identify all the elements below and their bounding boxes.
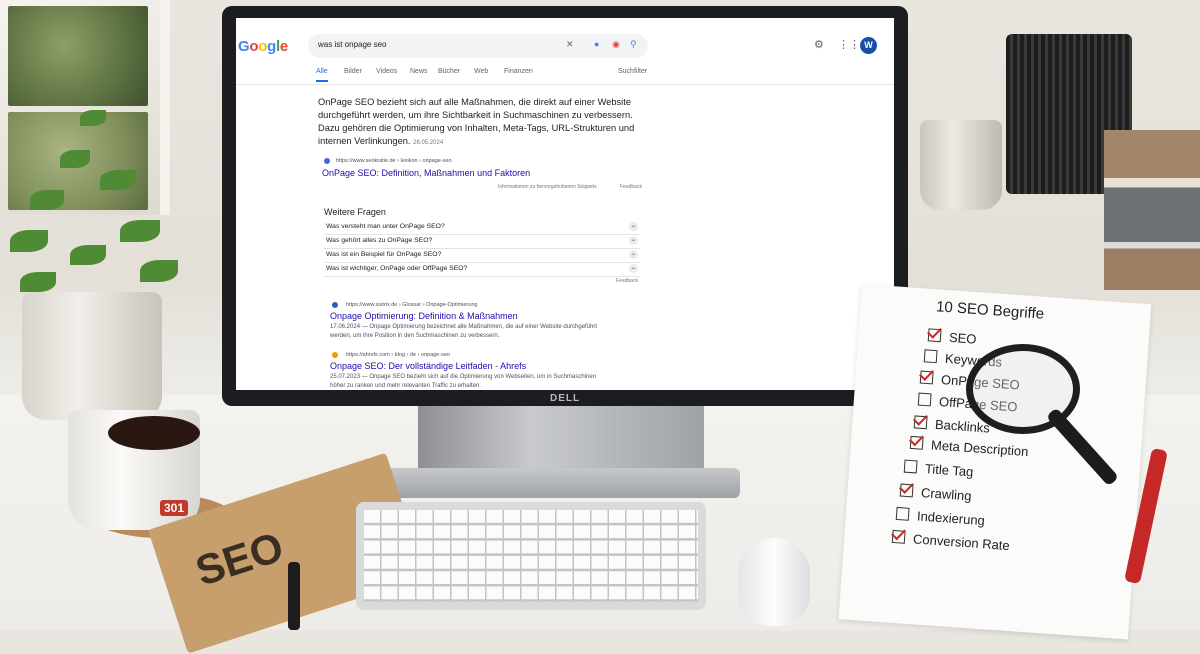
result-cite[interactable]: https://www.sistrix.de › Glossar › Onpag… — [346, 302, 477, 308]
tab-images[interactable]: Bilder — [344, 68, 362, 75]
redirect-301-badge: 301 — [160, 500, 189, 516]
paa-question[interactable]: Was ist wichtiger, OnPage oder OffPage S… — [324, 262, 640, 277]
checked-box-icon — [913, 415, 928, 430]
paa-feedback-link[interactable]: Feedback — [616, 278, 638, 284]
paa-question[interactable]: Was ist ein Beispiel für OnPage SEO? ⌄ — [324, 248, 640, 263]
checked-box-icon — [899, 483, 914, 498]
mouse — [738, 538, 810, 626]
favicon-icon — [332, 302, 338, 308]
chevron-down-icon[interactable]: ⌄ — [629, 264, 638, 273]
clear-icon[interactable]: ✕ — [566, 39, 574, 50]
featured-snippet: OnPage SEO bezieht sich auf alle Maßnahm… — [318, 96, 638, 150]
search-input[interactable]: was ist onpage seo ✕ ● ◉ ⚲ — [308, 34, 648, 58]
tab-web[interactable]: Web — [474, 68, 488, 75]
favicon-icon — [324, 158, 330, 164]
active-tab-indicator — [316, 80, 328, 82]
camera-search-icon[interactable]: ◉ — [612, 39, 620, 50]
snippet-info-link[interactable]: Informationen zu hervorgehobenen Snippet… — [498, 184, 597, 190]
result-link[interactable]: Onpage SEO: Der vollständige Leitfaden -… — [330, 361, 526, 371]
empty-box-icon — [923, 349, 938, 364]
featured-cite[interactable]: https://www.seokratie.de › lexikon › onp… — [336, 158, 452, 164]
tab-finance[interactable]: Finanzen — [504, 68, 533, 75]
result-link[interactable]: Onpage Optimierung: Definition & Maßnahm… — [330, 311, 518, 321]
featured-result-link[interactable]: OnPage SEO: Definition, Maßnahmen und Fa… — [322, 168, 530, 178]
result-description: 17.06.2024 — Onpage Optimierung bezeichn… — [330, 324, 598, 339]
tab-news[interactable]: News — [410, 68, 428, 75]
coffee — [108, 416, 200, 450]
tab-all[interactable]: Alle — [316, 68, 328, 75]
paa-question[interactable]: Was gehört alles zu OnPage SEO? ⌄ — [324, 234, 640, 249]
empty-box-icon — [903, 459, 918, 474]
window — [0, 0, 170, 215]
empty-box-icon — [895, 506, 910, 521]
chevron-down-icon[interactable]: ⌄ — [629, 250, 638, 259]
succulent-pot — [920, 120, 1002, 210]
browser-screen: Google was ist onpage seo ✕ ● ◉ ⚲ ⚙ ⋮⋮ W… — [236, 18, 894, 390]
chevron-down-icon[interactable]: ⌄ — [629, 222, 638, 231]
feedback-link[interactable]: Feedback — [620, 184, 642, 190]
search-icon[interactable]: ⚲ — [630, 39, 637, 50]
featured-snippet-date: 26.05.2024 — [413, 140, 444, 146]
chevron-down-icon[interactable]: ⌄ — [629, 236, 638, 245]
apps-grid-icon[interactable]: ⋮⋮ — [838, 38, 860, 51]
monitor-stand-base — [380, 468, 740, 498]
tools-button[interactable]: Suchfilter — [618, 68, 647, 75]
pen — [288, 562, 300, 630]
paa-question[interactable]: Was versteht man unter OnPage SEO? ⌄ — [324, 220, 640, 235]
window-frame — [0, 0, 170, 215]
keyboard-keys — [364, 510, 698, 602]
search-query: was ist onpage seo — [318, 40, 387, 49]
avatar[interactable]: W — [860, 37, 877, 54]
checked-box-icon — [927, 328, 942, 343]
header-divider — [236, 84, 894, 85]
monitor-stand — [418, 406, 704, 472]
google-logo[interactable]: Google — [238, 38, 288, 55]
featured-snippet-text: OnPage SEO bezieht sich auf alle Maßnahm… — [318, 97, 635, 146]
favicon-icon — [332, 352, 338, 358]
plant-pot — [22, 292, 162, 420]
checked-box-icon — [891, 529, 906, 544]
microphone-icon[interactable]: ● — [594, 39, 599, 49]
checked-box-icon — [919, 370, 934, 385]
tab-videos[interactable]: Videos — [376, 68, 397, 75]
result-description: 25.07.2023 — Onpage SEO bezieht sich auf… — [330, 374, 597, 389]
checked-box-icon — [909, 435, 924, 450]
empty-box-icon — [917, 392, 932, 407]
result-cite[interactable]: https://ahrefs.com › blog › de › onpage-… — [346, 352, 450, 358]
settings-icon[interactable]: ⚙ — [814, 38, 824, 51]
monitor-brand: DELL — [550, 393, 581, 404]
book-stack — [1104, 130, 1200, 290]
people-also-ask-title: Weitere Fragen — [324, 207, 386, 217]
checklist-item-label: SEO — [948, 329, 977, 347]
tab-books[interactable]: Bücher — [438, 68, 460, 75]
